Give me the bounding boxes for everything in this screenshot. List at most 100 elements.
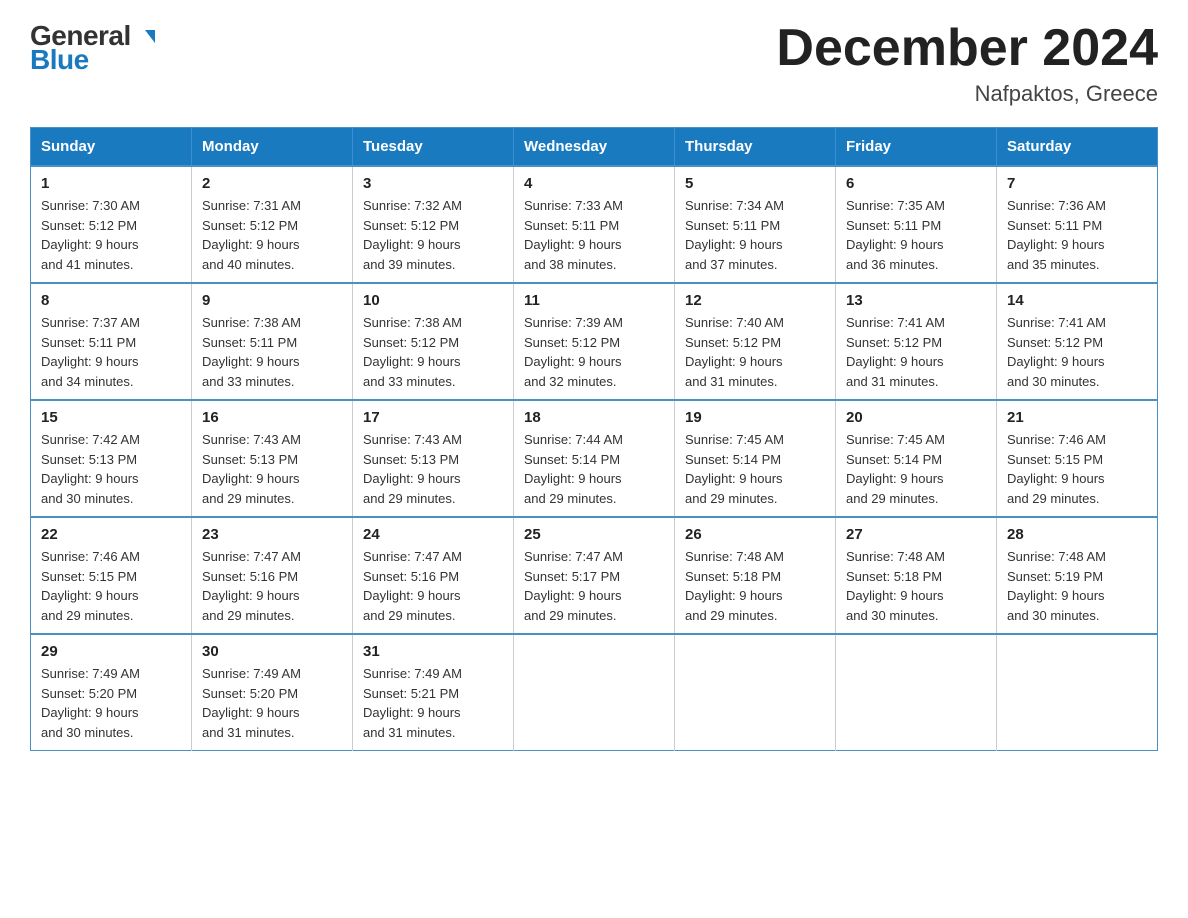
calendar-cell: 25 Sunrise: 7:47 AMSunset: 5:17 PMDaylig… <box>514 517 675 634</box>
logo-triangle-icon <box>135 30 155 43</box>
day-info: Sunrise: 7:41 AMSunset: 5:12 PMDaylight:… <box>846 313 986 391</box>
week-row-2: 8 Sunrise: 7:37 AMSunset: 5:11 PMDayligh… <box>31 283 1158 400</box>
calendar-cell: 4 Sunrise: 7:33 AMSunset: 5:11 PMDayligh… <box>514 166 675 283</box>
calendar-cell: 7 Sunrise: 7:36 AMSunset: 5:11 PMDayligh… <box>997 166 1158 283</box>
calendar-cell: 1 Sunrise: 7:30 AMSunset: 5:12 PMDayligh… <box>31 166 192 283</box>
day-number: 26 <box>685 526 825 543</box>
calendar-cell <box>675 634 836 751</box>
day-number: 10 <box>363 292 503 309</box>
calendar-cell: 21 Sunrise: 7:46 AMSunset: 5:15 PMDaylig… <box>997 400 1158 517</box>
day-info: Sunrise: 7:39 AMSunset: 5:12 PMDaylight:… <box>524 313 664 391</box>
calendar-cell: 24 Sunrise: 7:47 AMSunset: 5:16 PMDaylig… <box>353 517 514 634</box>
calendar-cell: 20 Sunrise: 7:45 AMSunset: 5:14 PMDaylig… <box>836 400 997 517</box>
day-info: Sunrise: 7:38 AMSunset: 5:11 PMDaylight:… <box>202 313 342 391</box>
week-row-3: 15 Sunrise: 7:42 AMSunset: 5:13 PMDaylig… <box>31 400 1158 517</box>
calendar-cell: 9 Sunrise: 7:38 AMSunset: 5:11 PMDayligh… <box>192 283 353 400</box>
calendar-cell: 6 Sunrise: 7:35 AMSunset: 5:11 PMDayligh… <box>836 166 997 283</box>
day-info: Sunrise: 7:46 AMSunset: 5:15 PMDaylight:… <box>1007 430 1147 508</box>
calendar-cell: 19 Sunrise: 7:45 AMSunset: 5:14 PMDaylig… <box>675 400 836 517</box>
day-number: 11 <box>524 292 664 309</box>
logo: General Blue <box>30 20 155 76</box>
day-number: 20 <box>846 409 986 426</box>
day-number: 18 <box>524 409 664 426</box>
weekday-header-row: SundayMondayTuesdayWednesdayThursdayFrid… <box>31 128 1158 167</box>
day-info: Sunrise: 7:49 AMSunset: 5:21 PMDaylight:… <box>363 664 503 742</box>
day-number: 13 <box>846 292 986 309</box>
day-number: 25 <box>524 526 664 543</box>
logo-blue-text: Blue <box>30 44 89 76</box>
day-number: 22 <box>41 526 181 543</box>
day-info: Sunrise: 7:40 AMSunset: 5:12 PMDaylight:… <box>685 313 825 391</box>
location: Nafpaktos, Greece <box>776 81 1158 107</box>
calendar-cell: 28 Sunrise: 7:48 AMSunset: 5:19 PMDaylig… <box>997 517 1158 634</box>
day-info: Sunrise: 7:32 AMSunset: 5:12 PMDaylight:… <box>363 196 503 274</box>
day-info: Sunrise: 7:31 AMSunset: 5:12 PMDaylight:… <box>202 196 342 274</box>
day-info: Sunrise: 7:45 AMSunset: 5:14 PMDaylight:… <box>685 430 825 508</box>
day-number: 29 <box>41 643 181 660</box>
day-info: Sunrise: 7:30 AMSunset: 5:12 PMDaylight:… <box>41 196 181 274</box>
day-number: 16 <box>202 409 342 426</box>
day-info: Sunrise: 7:44 AMSunset: 5:14 PMDaylight:… <box>524 430 664 508</box>
day-number: 21 <box>1007 409 1147 426</box>
day-number: 27 <box>846 526 986 543</box>
day-number: 5 <box>685 175 825 192</box>
calendar-cell: 11 Sunrise: 7:39 AMSunset: 5:12 PMDaylig… <box>514 283 675 400</box>
day-info: Sunrise: 7:47 AMSunset: 5:16 PMDaylight:… <box>202 547 342 625</box>
day-info: Sunrise: 7:43 AMSunset: 5:13 PMDaylight:… <box>202 430 342 508</box>
calendar-cell: 3 Sunrise: 7:32 AMSunset: 5:12 PMDayligh… <box>353 166 514 283</box>
calendar-cell: 15 Sunrise: 7:42 AMSunset: 5:13 PMDaylig… <box>31 400 192 517</box>
day-info: Sunrise: 7:36 AMSunset: 5:11 PMDaylight:… <box>1007 196 1147 274</box>
weekday-header-wednesday: Wednesday <box>514 128 675 167</box>
day-info: Sunrise: 7:38 AMSunset: 5:12 PMDaylight:… <box>363 313 503 391</box>
weekday-header-thursday: Thursday <box>675 128 836 167</box>
day-number: 19 <box>685 409 825 426</box>
calendar-cell: 12 Sunrise: 7:40 AMSunset: 5:12 PMDaylig… <box>675 283 836 400</box>
day-info: Sunrise: 7:41 AMSunset: 5:12 PMDaylight:… <box>1007 313 1147 391</box>
day-number: 17 <box>363 409 503 426</box>
calendar-cell <box>514 634 675 751</box>
calendar-cell <box>836 634 997 751</box>
calendar-table: SundayMondayTuesdayWednesdayThursdayFrid… <box>30 127 1158 751</box>
day-number: 14 <box>1007 292 1147 309</box>
weekday-header-friday: Friday <box>836 128 997 167</box>
calendar-cell: 29 Sunrise: 7:49 AMSunset: 5:20 PMDaylig… <box>31 634 192 751</box>
day-number: 1 <box>41 175 181 192</box>
calendar-cell: 13 Sunrise: 7:41 AMSunset: 5:12 PMDaylig… <box>836 283 997 400</box>
calendar-cell: 2 Sunrise: 7:31 AMSunset: 5:12 PMDayligh… <box>192 166 353 283</box>
day-number: 6 <box>846 175 986 192</box>
calendar-cell: 14 Sunrise: 7:41 AMSunset: 5:12 PMDaylig… <box>997 283 1158 400</box>
day-number: 28 <box>1007 526 1147 543</box>
day-number: 23 <box>202 526 342 543</box>
day-number: 2 <box>202 175 342 192</box>
day-number: 30 <box>202 643 342 660</box>
calendar-cell: 27 Sunrise: 7:48 AMSunset: 5:18 PMDaylig… <box>836 517 997 634</box>
day-info: Sunrise: 7:48 AMSunset: 5:18 PMDaylight:… <box>846 547 986 625</box>
day-info: Sunrise: 7:48 AMSunset: 5:19 PMDaylight:… <box>1007 547 1147 625</box>
weekday-header-tuesday: Tuesday <box>353 128 514 167</box>
calendar-cell: 17 Sunrise: 7:43 AMSunset: 5:13 PMDaylig… <box>353 400 514 517</box>
day-number: 15 <box>41 409 181 426</box>
week-row-5: 29 Sunrise: 7:49 AMSunset: 5:20 PMDaylig… <box>31 634 1158 751</box>
month-title: December 2024 <box>776 20 1158 77</box>
calendar-cell: 18 Sunrise: 7:44 AMSunset: 5:14 PMDaylig… <box>514 400 675 517</box>
day-info: Sunrise: 7:37 AMSunset: 5:11 PMDaylight:… <box>41 313 181 391</box>
day-info: Sunrise: 7:42 AMSunset: 5:13 PMDaylight:… <box>41 430 181 508</box>
weekday-header-monday: Monday <box>192 128 353 167</box>
weekday-header-sunday: Sunday <box>31 128 192 167</box>
day-info: Sunrise: 7:46 AMSunset: 5:15 PMDaylight:… <box>41 547 181 625</box>
day-info: Sunrise: 7:47 AMSunset: 5:17 PMDaylight:… <box>524 547 664 625</box>
week-row-4: 22 Sunrise: 7:46 AMSunset: 5:15 PMDaylig… <box>31 517 1158 634</box>
calendar-cell: 31 Sunrise: 7:49 AMSunset: 5:21 PMDaylig… <box>353 634 514 751</box>
day-number: 7 <box>1007 175 1147 192</box>
week-row-1: 1 Sunrise: 7:30 AMSunset: 5:12 PMDayligh… <box>31 166 1158 283</box>
day-number: 24 <box>363 526 503 543</box>
weekday-header-saturday: Saturday <box>997 128 1158 167</box>
day-number: 9 <box>202 292 342 309</box>
day-info: Sunrise: 7:47 AMSunset: 5:16 PMDaylight:… <box>363 547 503 625</box>
day-info: Sunrise: 7:35 AMSunset: 5:11 PMDaylight:… <box>846 196 986 274</box>
calendar-cell: 26 Sunrise: 7:48 AMSunset: 5:18 PMDaylig… <box>675 517 836 634</box>
day-info: Sunrise: 7:49 AMSunset: 5:20 PMDaylight:… <box>41 664 181 742</box>
day-number: 4 <box>524 175 664 192</box>
day-number: 12 <box>685 292 825 309</box>
day-info: Sunrise: 7:33 AMSunset: 5:11 PMDaylight:… <box>524 196 664 274</box>
